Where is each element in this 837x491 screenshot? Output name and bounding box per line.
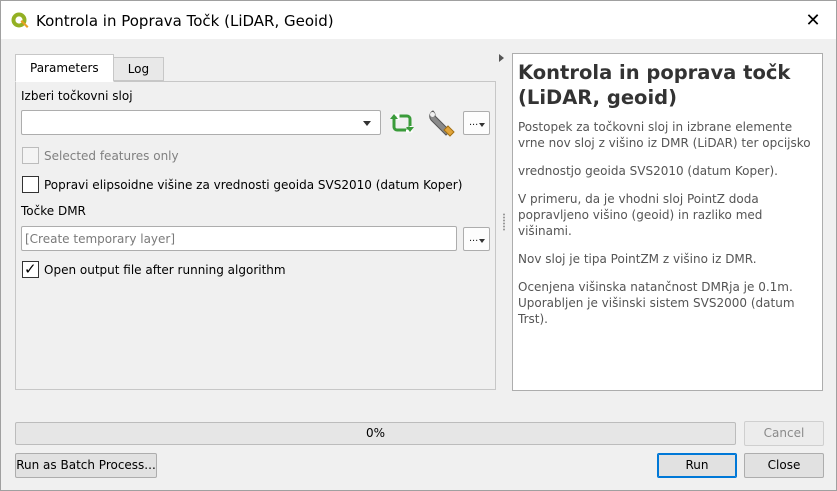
parameters-panel: Izberi točkovni sloj ... Selected featur…: [15, 81, 496, 390]
collapse-arrow-icon[interactable]: [499, 54, 504, 62]
output-destination-field[interactable]: [Create temporary layer]: [21, 226, 457, 251]
window-title: Kontrola in Poprava Točk (LiDAR, Geoid): [36, 12, 334, 30]
help-paragraph: Postopek za točkovni sloj in izbrane ele…: [518, 120, 811, 150]
help-paragraph: V primeru, da je vhodni sloj PointZ doda…: [518, 192, 763, 238]
help-paragraph: vrednostjo geoida SVS2010 (datum Koper).: [518, 164, 778, 178]
progress-text: 0%: [365, 426, 386, 440]
open-output-checkbox[interactable]: ✓: [22, 261, 39, 278]
selected-features-only-checkbox[interactable]: [22, 147, 39, 164]
open-output-label: Open output file after running algorithm: [44, 263, 286, 277]
help-title: Kontrola in poprava točk (LiDAR, geoid): [518, 61, 791, 109]
help-paragraph: Nov sloj je tipa PointZM z višino iz DMR…: [518, 252, 757, 266]
correct-heights-checkbox[interactable]: [22, 176, 39, 193]
cancel-button[interactable]: Cancel: [744, 421, 824, 446]
qgis-logo-icon: [11, 12, 29, 28]
tab-log[interactable]: Log: [112, 57, 165, 81]
chevron-down-icon: [479, 239, 485, 243]
run-batch-button[interactable]: Run as Batch Process...: [15, 453, 157, 478]
close-icon: ✕: [805, 9, 821, 30]
close-button[interactable]: Close: [744, 453, 824, 478]
dialog-window: Kontrola in Poprava Točk (LiDAR, Geoid) …: [0, 0, 837, 491]
wrench-icon[interactable]: [426, 108, 456, 138]
selected-features-only-label: Selected features only: [44, 149, 179, 163]
iterate-icon[interactable]: [389, 110, 415, 136]
checkmark-icon: ✓: [24, 261, 37, 278]
chevron-down-icon: [363, 121, 371, 126]
help-paragraph: Ocenjena višinska natančnost DMRja je 0.…: [518, 280, 795, 326]
correct-heights-label: Popravi elipsoidne višine za vrednosti g…: [44, 178, 463, 192]
output-options-button[interactable]: ...: [463, 227, 490, 251]
output-label: Točke DMR: [21, 204, 86, 218]
chevron-down-icon: [479, 123, 485, 127]
tab-bar: Parameters Log: [15, 54, 165, 82]
help-panel: Kontrola in poprava točk (LiDAR, geoid) …: [512, 53, 823, 391]
tab-parameters[interactable]: Parameters: [15, 54, 114, 82]
input-layer-options-button[interactable]: ...: [463, 111, 490, 135]
title-bar: Kontrola in Poprava Točk (LiDAR, Geoid) …: [1, 1, 836, 39]
input-layer-combobox[interactable]: [21, 110, 381, 135]
progress-bar: 0%: [15, 422, 736, 445]
run-button[interactable]: Run: [657, 453, 737, 478]
splitter-handle[interactable]: [503, 213, 505, 231]
window-close-button[interactable]: ✕: [790, 1, 836, 39]
input-layer-label: Izberi točkovni sloj: [21, 89, 133, 103]
